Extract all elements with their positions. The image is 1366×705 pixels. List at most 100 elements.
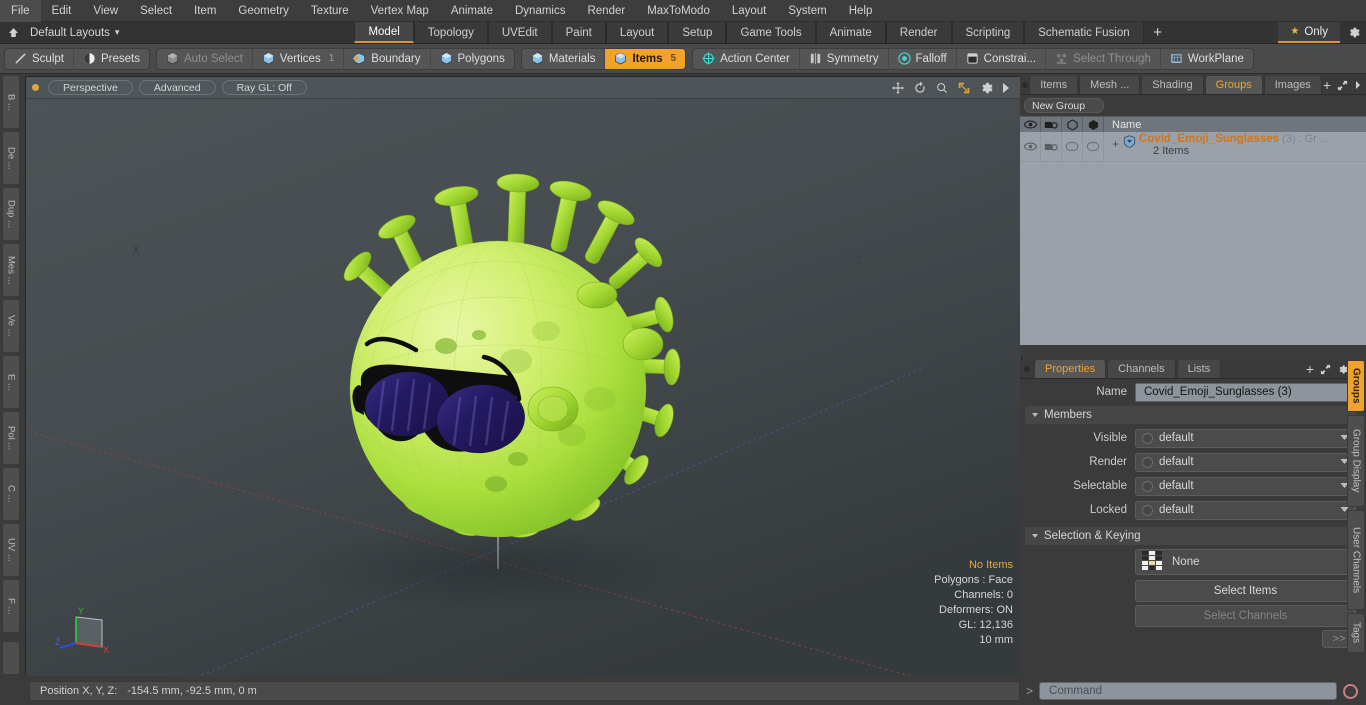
menu-item-geometry[interactable]: Geometry (227, 0, 300, 22)
chevron-right-icon[interactable] (1354, 80, 1362, 90)
table-row[interactable]: + Covid_Emoji_Sunglasses (3) : Gr ... 2 … (1020, 132, 1366, 162)
left-tab-8[interactable]: UV ... (2, 523, 20, 577)
viewport-shading-selector[interactable]: Advanced (138, 80, 216, 95)
fit-icon[interactable] (957, 81, 971, 95)
left-tab-5[interactable]: E ... (2, 355, 20, 409)
expand-icon[interactable] (1320, 364, 1331, 375)
add-layout-tab-button[interactable]: + (1143, 22, 1172, 43)
toolbar-button-workplane[interactable]: WorkPlane (1161, 49, 1253, 69)
property-state-icon[interactable] (1142, 480, 1153, 492)
layout-tab-topology[interactable]: Topology (413, 22, 488, 43)
tab-items[interactable]: Items (1029, 76, 1079, 94)
tab-properties[interactable]: Properties (1034, 360, 1107, 378)
layout-tab-schematic-fusion[interactable]: Schematic Fusion (1024, 22, 1144, 43)
property-dropdown-render[interactable]: default (1135, 452, 1356, 472)
left-tab-9[interactable]: F ... (2, 579, 20, 633)
menu-item-dynamics[interactable]: Dynamics (504, 0, 576, 22)
property-dropdown-visible[interactable]: default (1135, 428, 1356, 448)
tab-groups[interactable]: Groups (1204, 76, 1263, 94)
command-input[interactable]: Command (1039, 682, 1337, 700)
gear-icon[interactable] (979, 81, 993, 95)
layout-tab-render[interactable]: Render (885, 22, 952, 43)
toolbar-button-action-center[interactable]: Action Center (693, 48, 800, 69)
left-tab-4[interactable]: Ve ... (2, 299, 20, 353)
layout-tab-game-tools[interactable]: Game Tools (726, 22, 816, 43)
gear-icon[interactable] (1340, 22, 1366, 43)
viewport-projection-selector[interactable]: Perspective (48, 80, 133, 95)
home-icon[interactable] (0, 22, 26, 43)
left-tab-7[interactable]: C ... (2, 467, 20, 521)
row-render-icon[interactable] (1041, 132, 1062, 161)
menu-item-view[interactable]: View (82, 0, 129, 22)
toolbar-button-boundary[interactable]: Boundary (344, 48, 431, 69)
right-tab-group-display[interactable]: Group Display (1347, 415, 1365, 507)
menu-item-edit[interactable]: Edit (41, 0, 83, 22)
right-tab-user-channels[interactable]: User Channels (1347, 510, 1365, 610)
menu-item-layout[interactable]: Layout (721, 0, 778, 22)
shade-icon[interactable] (1062, 117, 1083, 132)
play-icon[interactable] (1001, 82, 1011, 94)
property-state-icon[interactable] (1142, 456, 1153, 468)
toolbar-button-falloff[interactable]: Falloff (889, 48, 957, 69)
viewport-raygl-toggle[interactable]: Ray GL: Off (221, 80, 307, 95)
toolbar-button-auto-select[interactable]: Auto Select (157, 48, 253, 69)
row-wire-toggle[interactable] (1083, 132, 1104, 161)
row-expander[interactable]: + (1108, 133, 1123, 151)
menu-item-file[interactable]: File (0, 0, 41, 22)
toolbar-button-symmetry[interactable]: Symmetry (800, 48, 889, 69)
tab-mesh[interactable]: Mesh ... (1079, 76, 1141, 94)
property-state-icon[interactable] (1142, 504, 1153, 516)
layout-tab-setup[interactable]: Setup (668, 22, 727, 43)
layout-tab-animate[interactable]: Animate (815, 22, 886, 43)
right-tab-groups[interactable]: Groups (1347, 360, 1365, 412)
add-tab-button[interactable]: + (1323, 77, 1331, 93)
property-dropdown-locked[interactable]: default (1135, 500, 1356, 520)
layout-tab-model[interactable]: Model (354, 22, 414, 43)
menu-item-select[interactable]: Select (129, 0, 183, 22)
pan-icon[interactable] (891, 81, 905, 95)
viewport-menu-dot-icon[interactable] (32, 84, 39, 91)
menu-item-render[interactable]: Render (576, 0, 636, 22)
rotate-icon[interactable] (913, 81, 927, 95)
toolbar-button-select-through[interactable]: Select Through (1046, 48, 1161, 69)
tab-channels[interactable]: Channels (1107, 360, 1176, 378)
menu-item-maxtomodo[interactable]: MaxToModo (636, 0, 721, 22)
layout-tab-uvedit[interactable]: UVEdit (487, 22, 552, 43)
panel-menu-dot-icon[interactable] (1020, 360, 1034, 378)
layout-tab-paint[interactable]: Paint (551, 22, 606, 43)
record-icon[interactable] (1343, 683, 1358, 699)
tab-shading[interactable]: Shading (1141, 76, 1204, 94)
zoom-icon[interactable] (935, 81, 949, 95)
menu-item-system[interactable]: System (777, 0, 837, 22)
left-tab-6[interactable]: Pol ... (2, 411, 20, 465)
property-state-icon[interactable] (1142, 432, 1153, 444)
viewport-3d-canvas[interactable]: X Z Y X Z No Items Polygons: Face Chann… (26, 99, 1021, 676)
toolbar-button-presets[interactable]: Presets (74, 49, 149, 69)
expand-icon[interactable] (1337, 80, 1348, 91)
tab-lists[interactable]: Lists (1176, 360, 1222, 378)
only-toggle-button[interactable]: ★ Only (1278, 22, 1340, 43)
right-tab-tags[interactable]: Tags (1347, 613, 1365, 653)
toolbar-button-sculpt[interactable]: Sculpt (5, 48, 74, 69)
left-tab-1[interactable]: De ... (2, 131, 20, 185)
add-tab-button[interactable]: + (1306, 361, 1314, 377)
selection-set-dropdown[interactable]: None (1135, 549, 1356, 575)
left-tab-2[interactable]: Dup ... (2, 187, 20, 241)
select-items-button[interactable]: Select Items (1135, 580, 1356, 602)
left-tab-extra[interactable] (2, 641, 20, 675)
wire-icon[interactable] (1083, 117, 1104, 132)
toolbar-button-constrai[interactable]: Constrai... (957, 48, 1047, 69)
property-dropdown-selectable[interactable]: default (1135, 476, 1356, 496)
layout-tab-layout[interactable]: Layout (605, 22, 669, 43)
layout-tab-scripting[interactable]: Scripting (951, 22, 1025, 43)
groups-list-body[interactable]: + Covid_Emoji_Sunglasses (3) : Gr ... 2 … (1020, 132, 1366, 345)
left-tab-0[interactable]: B ... (2, 75, 20, 129)
toolbar-button-polygons[interactable]: Polygons (431, 49, 514, 69)
row-eye-icon[interactable] (1020, 132, 1041, 161)
members-section-header[interactable]: Members (1025, 406, 1356, 424)
groups-list-empty-area[interactable] (1020, 162, 1366, 345)
tab-images[interactable]: Images (1263, 76, 1322, 94)
new-group-button[interactable]: New Group (1024, 98, 1104, 113)
selection-keying-section-header[interactable]: Selection & Keying (1025, 527, 1356, 545)
left-tab-3[interactable]: Mes ... (2, 243, 20, 297)
